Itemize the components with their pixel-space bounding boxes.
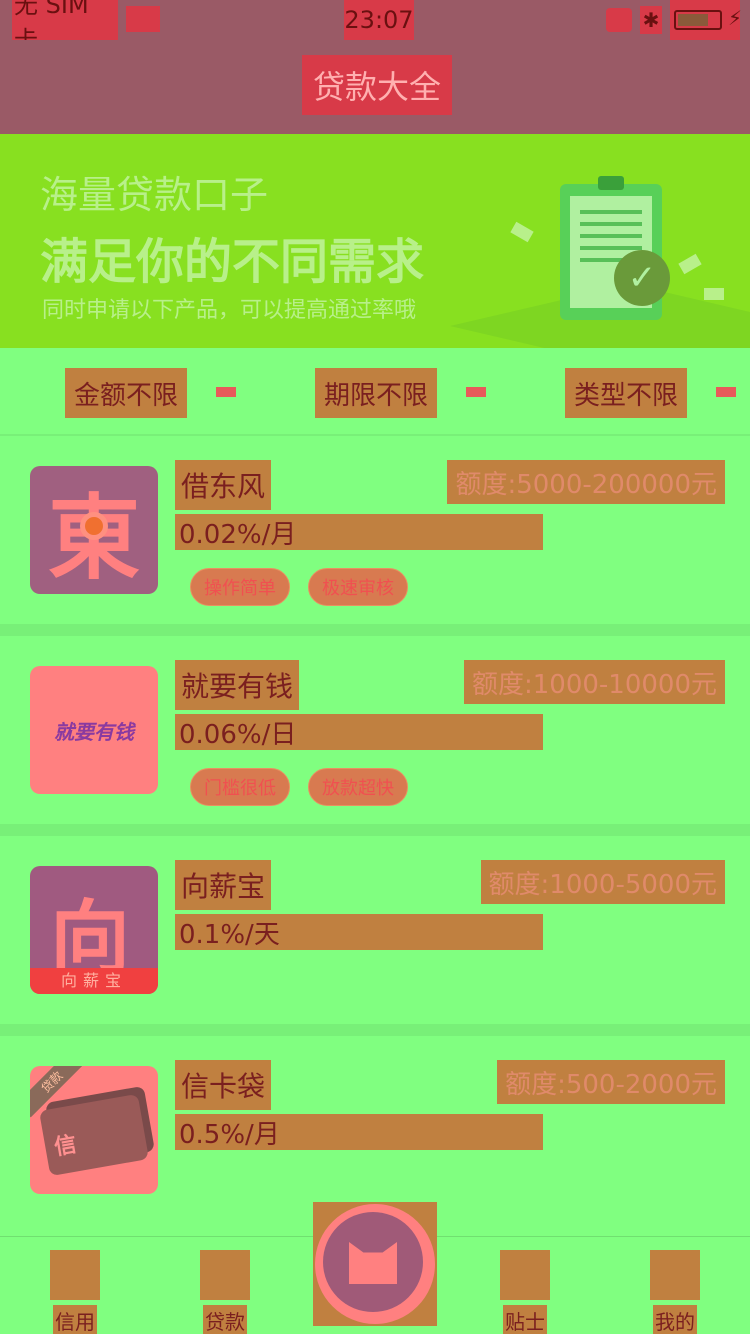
filter-amount[interactable]: 金额不限 [65, 368, 187, 418]
product-quota: 额度:1000-5000元 [480, 860, 725, 904]
navigation-bar: 贷款大全 [0, 40, 750, 134]
cat-face-icon[interactable] [650, 1250, 700, 1300]
bluetooth-icon: ✱ [640, 6, 662, 34]
product-name: 向薪宝 [175, 860, 272, 910]
status-bar: 无 SIM 卡 23:07 ✱ ⚡ [0, 0, 750, 54]
confetti-decoration [678, 253, 702, 275]
product-rate: 0.1%/天 [175, 914, 543, 950]
product-tag: 操作简单 [190, 568, 290, 606]
confetti-decoration [510, 221, 534, 243]
wifi-icon [126, 6, 160, 32]
product-item[interactable]: 就要有钱 就要有钱 额度:1000-10000元 0.06%/日 门槛很低 放款… [0, 636, 750, 824]
tab-credit[interactable]: 信用 [53, 1305, 97, 1334]
tab-tips[interactable]: 贴士 [503, 1305, 547, 1334]
center-tab-button[interactable] [313, 1202, 437, 1326]
tab-mine[interactable]: 我的 [653, 1305, 697, 1334]
banner-subtitle: 同时申请以下产品，可以提高通过率哦 [42, 298, 417, 323]
product-name: 就要有钱 [175, 660, 300, 710]
banner-headline: 海量贷款口子 [40, 173, 269, 217]
page-title: 贷款大全 [302, 55, 452, 115]
product-rate: 0.02%/月 [175, 514, 543, 550]
dropdown-arrow-icon[interactable] [216, 387, 236, 397]
product-tag: 极速审核 [308, 568, 408, 606]
product-rate: 0.06%/日 [175, 714, 543, 750]
divider [0, 824, 750, 836]
product-item[interactable]: 東 借东风 额度:5000-200000元 0.02%/月 操作简单 极速审核 [0, 436, 750, 624]
dropdown-arrow-icon[interactable] [716, 387, 736, 397]
product-logo: 東 [30, 466, 158, 594]
divider [0, 1024, 750, 1036]
promo-banner[interactable]: 海量贷款口子 满足你的不同需求 同时申请以下产品，可以提高通过率哦 [0, 134, 750, 348]
product-quota: 额度:500-2000元 [497, 1060, 725, 1104]
cat-icon [323, 1212, 423, 1312]
product-rate: 0.5%/月 [175, 1114, 543, 1150]
status-time: 23:07 [344, 0, 414, 40]
filter-bar: 金额不限 期限不限 类型不限 [0, 348, 750, 436]
checkmark-icon: ✓ [614, 250, 670, 306]
confetti-decoration [704, 288, 724, 300]
product-item[interactable]: 向 向薪宝 向薪宝 额度:1000-5000元 0.1%/天 [0, 836, 750, 1024]
product-item[interactable]: 信 贷款 信卡袋 额度:500-2000元 0.5%/月 [0, 1036, 750, 1224]
carrier-label: 无 SIM 卡 [12, 0, 118, 54]
product-logo: 信 贷款 [30, 1066, 158, 1194]
product-name: 信卡袋 [175, 1060, 272, 1110]
banner-title: 满足你的不同需求 [40, 234, 425, 290]
product-tag: 放款超快 [308, 768, 408, 806]
battery-icon: ⚡ [670, 0, 742, 40]
product-quota: 额度:1000-10000元 [463, 660, 725, 704]
dropdown-arrow-icon[interactable] [466, 387, 486, 397]
rotation-lock-icon [606, 8, 632, 32]
tab-loan[interactable]: 贷款 [203, 1305, 247, 1334]
document-icon[interactable] [50, 1250, 100, 1300]
product-logo: 向 向薪宝 [30, 866, 158, 994]
divider [0, 624, 750, 636]
product-name: 借东风 [175, 460, 272, 510]
filter-term[interactable]: 期限不限 [315, 368, 437, 418]
filter-type[interactable]: 类型不限 [565, 368, 687, 418]
message-icon[interactable] [500, 1250, 550, 1300]
yuan-icon[interactable] [200, 1250, 250, 1300]
product-logo: 就要有钱 [30, 666, 158, 794]
product-tag: 门槛很低 [190, 768, 290, 806]
product-quota: 额度:5000-200000元 [447, 460, 725, 504]
